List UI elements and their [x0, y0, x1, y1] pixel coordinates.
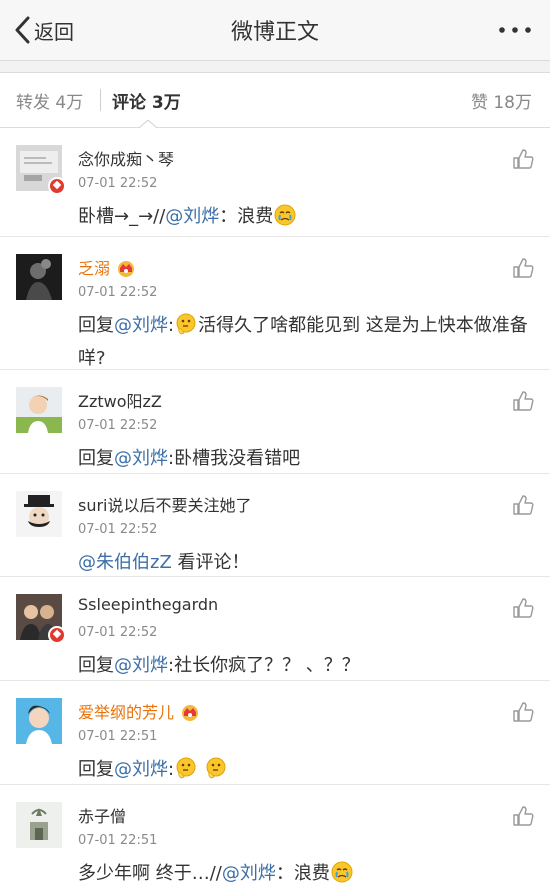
crying-emoji-icon — [274, 204, 296, 226]
thumbs-up-icon[interactable] — [512, 257, 534, 279]
avatar[interactable] — [16, 491, 62, 537]
comment-text-part: ：浪费 — [275, 863, 330, 884]
comment-username[interactable]: suri说以后不要关注她了 — [78, 492, 252, 516]
thumbs-up-icon[interactable] — [512, 148, 534, 170]
comment-list: 念你成痴丶琴 07-01 22:52 卧槽→_→//@刘烨：浪费 乏溺 07-0… — [0, 128, 550, 889]
comment-text-part: :社长你疯了？？ 、？？ — [168, 655, 360, 676]
tab-like[interactable]: 赞 18万 — [471, 88, 532, 113]
comment-text: @朱伯伯zZ 看评论！ — [78, 546, 536, 579]
verified-badge-icon — [48, 626, 66, 644]
comment-time: 07-01 22:51 — [78, 729, 158, 744]
thumbs-up-icon[interactable] — [512, 494, 534, 516]
tab-divider — [100, 89, 101, 111]
thinking-emoji-icon — [176, 757, 196, 779]
username-text: 爱举纲的芳儿 — [78, 703, 175, 722]
comment-item: suri说以后不要关注她了 07-01 22:52 @朱伯伯zZ 看评论！ — [0, 474, 550, 577]
section-gap — [0, 61, 550, 73]
tab-comment[interactable]: 评论 3万 — [112, 88, 181, 113]
comment-item: 念你成痴丶琴 07-01 22:52 卧槽→_→//@刘烨：浪费 — [0, 128, 550, 237]
comment-time: 07-01 22:52 — [78, 176, 158, 191]
avatar[interactable] — [16, 145, 66, 195]
comment-text-part: :卧槽我没看错吧 — [168, 448, 301, 469]
comment-time: 07-01 22:52 — [78, 418, 158, 433]
avatar-image — [16, 387, 62, 433]
comment-text-part: 回复 — [78, 759, 114, 780]
back-label: 返回 — [34, 19, 74, 44]
thumbs-up-icon[interactable] — [512, 597, 534, 619]
page-title: 微博正文 — [230, 20, 319, 45]
mention-link[interactable]: @刘烨 — [222, 863, 276, 884]
comment-item: Ssleepinthegardn 07-01 22:52 回复@刘烨:社长你疯了… — [0, 577, 550, 681]
chevron-left-icon — [15, 16, 30, 44]
mention-link[interactable]: @刘烨 — [114, 759, 168, 780]
vip-crown-icon — [182, 705, 199, 721]
avatar[interactable] — [16, 594, 66, 644]
comment-text-part: 回复 — [78, 655, 114, 676]
avatar-image — [16, 254, 62, 300]
thumbs-up-icon[interactable] — [512, 701, 534, 723]
comment-text: 回复@刘烨:社长你疯了？？ 、？？ — [78, 649, 536, 682]
thumbs-up-icon[interactable] — [512, 805, 534, 827]
avatar-image — [16, 698, 62, 744]
comment-username[interactable]: 爱举纲的芳儿 — [78, 699, 200, 723]
mention-link[interactable]: @刘烨 — [114, 655, 168, 676]
comment-username[interactable]: 念你成痴丶琴 — [78, 146, 174, 170]
vip-crown-icon — [118, 261, 135, 277]
comment-item: 赤子僧 07-01 22:51 多少年啊 终于…//@刘烨：浪费 — [0, 785, 550, 889]
thinking-emoji-icon — [206, 757, 226, 779]
back-button[interactable]: 返回 — [14, 14, 74, 46]
nav-bar: 返回 微博正文 — [0, 0, 550, 61]
active-tab-caret — [139, 120, 157, 128]
comment-text-part: 回复 — [78, 315, 114, 336]
comment-text-part: ：浪费 — [219, 206, 274, 227]
comment-text: 回复@刘烨: 活得久了啥都能见到 这是为上快本做准备咩? — [78, 309, 536, 375]
mention-link[interactable]: @刘烨 — [114, 448, 168, 469]
comment-text-part: 看评论！ — [171, 552, 250, 573]
comment-text-part: 多少年啊 终于…// — [78, 863, 222, 884]
comment-text-part: 回复 — [78, 448, 114, 469]
comment-username[interactable]: Ssleepinthegardn — [78, 595, 218, 614]
comment-text: 回复@刘烨: — [78, 753, 536, 786]
thinking-emoji-icon — [176, 313, 196, 335]
comment-text: 卧槽→_→//@刘烨：浪费 — [78, 200, 536, 233]
verified-badge-icon — [48, 177, 66, 195]
avatar[interactable] — [16, 387, 62, 433]
comment-time: 07-01 22:51 — [78, 833, 158, 848]
comment-text: 多少年啊 终于…//@刘烨：浪费 — [78, 857, 536, 890]
avatar-image — [16, 802, 62, 848]
comment-time: 07-01 22:52 — [78, 522, 158, 537]
avatar-image — [16, 491, 62, 537]
comment-text: 回复@刘烨:卧槽我没看错吧 — [78, 442, 536, 475]
username-text: 乏溺 — [78, 259, 111, 278]
comment-username[interactable]: 乏溺 — [78, 255, 136, 279]
comment-username[interactable]: Zztwo阳zZ — [78, 388, 162, 412]
tab-bar: 转发 4万 评论 3万 赞 18万 — [0, 73, 550, 128]
avatar[interactable] — [16, 698, 62, 744]
comment-time: 07-01 22:52 — [78, 285, 158, 300]
tab-repost[interactable]: 转发 4万 — [16, 88, 83, 113]
mention-link[interactable]: @朱伯伯zZ — [78, 552, 172, 573]
mention-link[interactable]: @刘烨 — [114, 315, 168, 336]
comment-item: 乏溺 07-01 22:52 回复@刘烨: 活得久了啥都能见到 这是为上快本做准备… — [0, 237, 550, 370]
thumbs-up-icon[interactable] — [512, 390, 534, 412]
comment-text-part: : — [168, 759, 175, 780]
more-dots-icon[interactable] — [498, 22, 532, 38]
comment-time: 07-01 22:52 — [78, 625, 158, 640]
avatar[interactable] — [16, 254, 62, 300]
comment-item: Zztwo阳zZ 07-01 22:52 回复@刘烨:卧槽我没看错吧 — [0, 370, 550, 474]
comment-text-part: 卧槽→_→// — [78, 206, 166, 227]
avatar[interactable] — [16, 802, 62, 848]
comment-text-part: : — [168, 315, 175, 336]
comment-username[interactable]: 赤子僧 — [78, 803, 126, 827]
mention-link[interactable]: @刘烨 — [165, 206, 219, 227]
comment-item: 爱举纲的芳儿 07-01 22:51 回复@刘烨: — [0, 681, 550, 785]
